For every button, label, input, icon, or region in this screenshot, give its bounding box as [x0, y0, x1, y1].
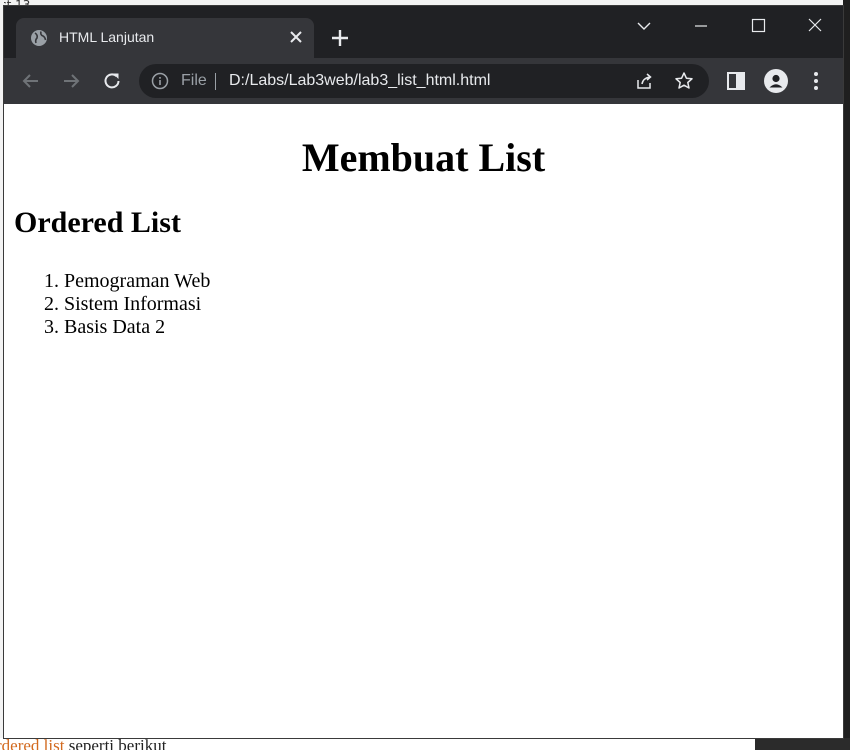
address-bar[interactable]: File D:/Labs/Lab3web/lab3_list_html.html: [139, 64, 709, 98]
address-url[interactable]: D:/Labs/Lab3web/lab3_list_html.html: [229, 72, 490, 90]
tab-html-lanjutan[interactable]: HTML Lanjutan: [16, 18, 314, 58]
arrow-right-icon[interactable]: [59, 69, 83, 93]
arrow-left-icon[interactable]: [19, 69, 43, 93]
section-heading: Ordered List: [14, 206, 181, 239]
background-document-text: rdered list seperti berikut: [0, 738, 166, 750]
share-icon[interactable]: [634, 71, 654, 91]
window-close-icon[interactable]: [800, 14, 830, 38]
toolbar: File D:/Labs/Lab3web/lab3_list_html.html: [4, 58, 843, 104]
kebab-menu-icon[interactable]: [804, 69, 828, 93]
profile-icon[interactable]: [764, 69, 788, 93]
browser-window: HTML Lanjutan File D:/Labs/Lab3web/lab3_…: [4, 6, 843, 738]
close-icon[interactable]: [286, 27, 306, 47]
page-title: Membuat List: [301, 135, 546, 180]
ordered-list: Pemograman Web Sistem Informasi Basis Da…: [24, 270, 210, 339]
maximize-icon[interactable]: [743, 14, 773, 38]
background-sentence: seperti berikut: [64, 738, 167, 750]
background-right-strip: [843, 0, 850, 750]
title-bar: HTML Lanjutan: [4, 6, 843, 58]
star-icon[interactable]: [674, 71, 694, 91]
chevron-down-icon[interactable]: [629, 14, 659, 38]
globe-icon: [31, 30, 47, 46]
background-document-strip: rdered list seperti berikut: [0, 738, 850, 750]
list-item: Sistem Informasi: [64, 293, 210, 316]
page-viewport: Membuat List Ordered List Pemograman Web…: [4, 104, 843, 738]
list-item: Pemograman Web: [64, 270, 210, 293]
tab-title: HTML Lanjutan: [59, 29, 155, 45]
scheme-label: File: [181, 72, 207, 89]
background-link: rdered list: [0, 738, 65, 750]
reload-icon[interactable]: [100, 69, 124, 93]
plus-icon[interactable]: [329, 27, 351, 49]
background-dark-panel: [755, 738, 850, 750]
minimize-icon[interactable]: [686, 14, 716, 38]
side-panel-icon[interactable]: [724, 69, 748, 93]
list-item: Basis Data 2: [64, 316, 210, 339]
address-separator: [215, 73, 216, 90]
info-icon[interactable]: [151, 72, 169, 90]
